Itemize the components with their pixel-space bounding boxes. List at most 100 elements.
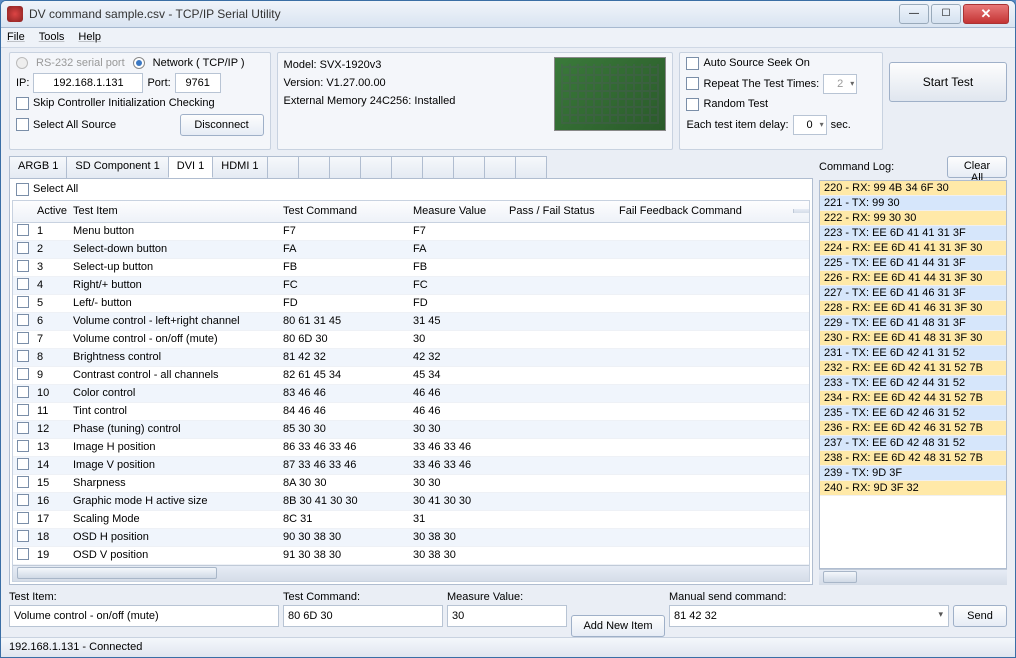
disconnect-button[interactable]: Disconnect (180, 114, 264, 136)
log-line[interactable]: 237 - TX: EE 6D 42 48 31 52 (820, 436, 1006, 451)
menu-help[interactable]: Help (78, 31, 101, 43)
row-checkbox[interactable] (17, 314, 29, 326)
tab-empty[interactable] (329, 156, 361, 178)
table-row[interactable]: 5Left/- buttonFDFD (13, 295, 809, 313)
hdr-cmd[interactable]: Test Command (279, 203, 409, 219)
row-checkbox[interactable] (17, 260, 29, 272)
menu-file[interactable]: File (7, 31, 25, 43)
hdr-active[interactable]: Active (33, 203, 69, 219)
chk-repeat[interactable] (686, 77, 699, 90)
log-line[interactable]: 226 - RX: EE 6D 41 44 31 3F 30 (820, 271, 1006, 286)
log-line[interactable]: 231 - TX: EE 6D 42 41 31 52 (820, 346, 1006, 361)
hdr-item[interactable]: Test Item (69, 203, 279, 219)
log-line[interactable]: 239 - TX: 9D 3F (820, 466, 1006, 481)
table-row[interactable]: 8Brightness control81 42 3242 32 (13, 349, 809, 367)
row-checkbox[interactable] (17, 548, 29, 560)
row-checkbox[interactable] (17, 278, 29, 290)
log-line[interactable]: 235 - TX: EE 6D 42 46 31 52 (820, 406, 1006, 421)
tab-empty[interactable] (453, 156, 485, 178)
table-row[interactable]: 2Select-down buttonFAFA (13, 241, 809, 259)
row-checkbox[interactable] (17, 242, 29, 254)
start-test-button[interactable]: Start Test (889, 62, 1007, 102)
tab-empty[interactable] (360, 156, 392, 178)
table-row[interactable]: 17Scaling Mode8C 3131 (13, 511, 809, 529)
table-row[interactable]: 9Contrast control - all channels82 61 45… (13, 367, 809, 385)
table-row[interactable]: 11Tint control84 46 4646 46 (13, 403, 809, 421)
add-new-item-button[interactable]: Add New Item (571, 615, 665, 637)
log-line[interactable]: 227 - TX: EE 6D 41 46 31 3F (820, 286, 1006, 301)
tab-empty[interactable] (267, 156, 299, 178)
table-row[interactable]: 6Volume control - left+right channel80 6… (13, 313, 809, 331)
table-row[interactable]: 19OSD V position91 30 38 3030 38 30 (13, 547, 809, 565)
chk-select-all[interactable] (16, 183, 29, 196)
input-testitem[interactable] (9, 605, 279, 627)
tab-hdmi-1[interactable]: HDMI 1 (212, 156, 267, 178)
grid-hscroll[interactable] (13, 565, 809, 581)
ip-input[interactable] (33, 73, 143, 93)
log-hscroll[interactable] (819, 569, 1007, 585)
table-row[interactable]: 15Sharpness8A 30 3030 30 (13, 475, 809, 493)
chk-random[interactable] (686, 98, 699, 111)
chk-select-all-source[interactable] (16, 118, 29, 131)
row-checkbox[interactable] (17, 224, 29, 236)
hdr-pass[interactable]: Pass / Fail Status (505, 203, 615, 219)
chk-auto-seek[interactable] (686, 57, 699, 70)
table-row[interactable]: 16Graphic mode H active size8B 30 41 30 … (13, 493, 809, 511)
row-checkbox[interactable] (17, 512, 29, 524)
input-meas[interactable] (447, 605, 567, 627)
chk-skip-init[interactable] (16, 97, 29, 110)
close-button[interactable]: ✕ (963, 4, 1009, 24)
row-checkbox[interactable] (17, 404, 29, 416)
table-row[interactable]: 13Image H position86 33 46 33 4633 46 33… (13, 439, 809, 457)
log-line[interactable]: 232 - RX: EE 6D 42 41 31 52 7B (820, 361, 1006, 376)
send-button[interactable]: Send (953, 605, 1007, 627)
table-row[interactable]: 4Right/+ buttonFCFC (13, 277, 809, 295)
row-checkbox[interactable] (17, 476, 29, 488)
log-line[interactable]: 220 - RX: 99 4B 34 6F 30 (820, 181, 1006, 196)
log-line[interactable]: 221 - TX: 99 30 (820, 196, 1006, 211)
row-checkbox[interactable] (17, 530, 29, 542)
tab-argb-1[interactable]: ARGB 1 (9, 156, 67, 178)
row-checkbox[interactable] (17, 296, 29, 308)
command-log[interactable]: 220 - RX: 99 4B 34 6F 30221 - TX: 99 302… (819, 180, 1007, 569)
log-line[interactable]: 224 - RX: EE 6D 41 41 31 3F 30 (820, 241, 1006, 256)
log-line[interactable]: 222 - RX: 99 30 30 (820, 211, 1006, 226)
tab-empty[interactable] (391, 156, 423, 178)
tab-empty[interactable] (422, 156, 454, 178)
delay-spinner[interactable]: 0 (793, 115, 827, 135)
log-line[interactable]: 228 - RX: EE 6D 41 46 31 3F 30 (820, 301, 1006, 316)
tab-sd-component-1[interactable]: SD Component 1 (66, 156, 168, 178)
menu-tools[interactable]: Tools (39, 31, 65, 43)
tab-empty[interactable] (298, 156, 330, 178)
row-checkbox[interactable] (17, 422, 29, 434)
table-row[interactable]: 14Image V position87 33 46 33 4633 46 33… (13, 457, 809, 475)
tab-empty[interactable] (484, 156, 516, 178)
maximize-button[interactable]: ☐ (931, 4, 961, 24)
repeat-spinner[interactable]: 2 (823, 74, 857, 94)
log-line[interactable]: 233 - TX: EE 6D 42 44 31 52 (820, 376, 1006, 391)
log-line[interactable]: 229 - TX: EE 6D 41 48 31 3F (820, 316, 1006, 331)
clear-all-button[interactable]: Clear All (947, 156, 1007, 178)
log-line[interactable]: 240 - RX: 9D 3F 32 (820, 481, 1006, 496)
tab-empty[interactable] (515, 156, 547, 178)
log-line[interactable]: 236 - RX: EE 6D 42 46 31 52 7B (820, 421, 1006, 436)
log-line[interactable]: 230 - RX: EE 6D 41 48 31 3F 30 (820, 331, 1006, 346)
log-line[interactable]: 225 - TX: EE 6D 41 44 31 3F (820, 256, 1006, 271)
input-manual-cmd[interactable] (669, 605, 949, 627)
hdr-meas[interactable]: Measure Value (409, 203, 505, 219)
log-line[interactable]: 223 - TX: EE 6D 41 41 31 3F (820, 226, 1006, 241)
row-checkbox[interactable] (17, 368, 29, 380)
input-testcmd[interactable] (283, 605, 443, 627)
minimize-button[interactable]: — (899, 4, 929, 24)
row-checkbox[interactable] (17, 332, 29, 344)
row-checkbox[interactable] (17, 440, 29, 452)
hdr-fail[interactable]: Fail Feedback Command (615, 203, 793, 219)
table-row[interactable]: 18OSD H position90 30 38 3030 38 30 (13, 529, 809, 547)
grid-body[interactable]: 1Menu buttonF7F72Select-down buttonFAFA3… (13, 223, 809, 565)
table-row[interactable]: 10Color control83 46 4646 46 (13, 385, 809, 403)
port-input[interactable] (175, 73, 221, 93)
radio-network[interactable] (133, 57, 145, 69)
table-row[interactable]: 7Volume control - on/off (mute)80 6D 303… (13, 331, 809, 349)
row-checkbox[interactable] (17, 458, 29, 470)
radio-rs232[interactable] (16, 57, 28, 69)
